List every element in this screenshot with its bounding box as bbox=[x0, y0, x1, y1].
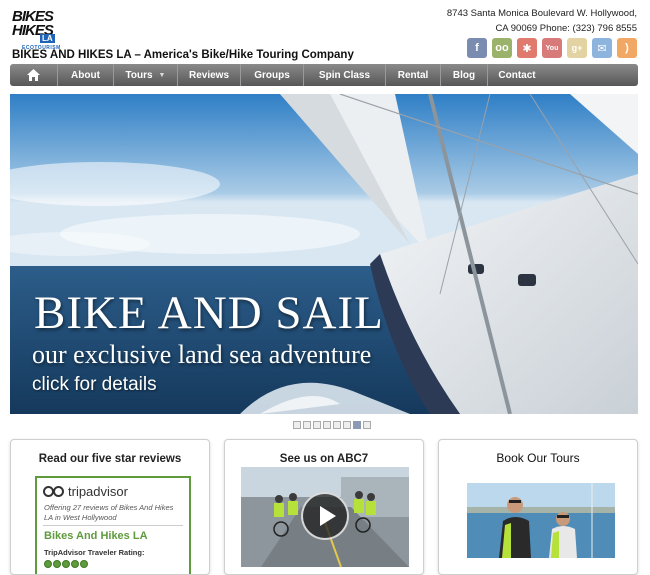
site-logo[interactable]: BIKES HIKES LA ECOTOURISM bbox=[12, 8, 62, 51]
chevron-down-icon: ▼ bbox=[158, 71, 166, 79]
tripadvisor-business-link[interactable]: Bikes And Hikes LA bbox=[44, 530, 148, 542]
rating-circle-icon bbox=[44, 560, 52, 568]
tripadvisor-description: Offering 27 reviews of Bikes And Hikes L… bbox=[44, 503, 174, 522]
social-links: f oo ✱ You g+ ✉ ) bbox=[467, 38, 637, 58]
hero-details-link[interactable]: click for details bbox=[32, 374, 157, 396]
nav-contact[interactable]: Contact bbox=[488, 64, 546, 86]
nav-spin-class[interactable]: Spin Class bbox=[304, 64, 386, 86]
site-tagline: BIKES AND HIKES LA – America's Bike/Hike… bbox=[12, 49, 354, 61]
book-tours-card-title: Book Our Tours bbox=[496, 451, 580, 465]
book-tours-card: Book Our Tours bbox=[438, 439, 638, 575]
nav-groups[interactable]: Groups bbox=[241, 64, 304, 86]
slide-dot[interactable] bbox=[313, 421, 321, 429]
main-nav: About Tours ▼ Reviews Groups Spin Class … bbox=[10, 64, 638, 86]
divider bbox=[43, 525, 183, 526]
rating-circle-icon bbox=[53, 560, 61, 568]
reviews-card-title: Read our five star reviews bbox=[38, 453, 182, 465]
nav-about[interactable]: About bbox=[58, 64, 114, 86]
yelp-icon[interactable]: ✱ bbox=[517, 38, 537, 58]
abc7-video-thumbnail[interactable] bbox=[241, 467, 409, 567]
address-line-2: CA 90069 Phone: (323) 796 8555 bbox=[495, 23, 637, 34]
rss-icon[interactable]: ) bbox=[617, 38, 637, 58]
tripadvisor-widget[interactable]: tripadvisor Offering 27 reviews of Bikes… bbox=[35, 476, 191, 574]
slide-dot[interactable] bbox=[293, 421, 301, 429]
nav-tours-label: Tours bbox=[125, 69, 153, 81]
nav-reviews[interactable]: Reviews bbox=[178, 64, 241, 86]
slide-dot[interactable] bbox=[363, 421, 371, 429]
nav-blog[interactable]: Blog bbox=[441, 64, 488, 86]
hero-slide[interactable]: BIKE AND SAIL our exclusive land sea adv… bbox=[10, 94, 638, 414]
tripadvisor-rating-label: TripAdvisor Traveler Rating: bbox=[44, 548, 145, 557]
tours-photo[interactable] bbox=[467, 483, 615, 558]
reviews-card: Read our five star reviews tripadvisor O… bbox=[10, 439, 210, 575]
slide-dot[interactable] bbox=[323, 421, 331, 429]
google-plus-icon[interactable]: g+ bbox=[567, 38, 587, 58]
play-button[interactable] bbox=[301, 492, 349, 540]
address-line-1: 8743 Santa Monica Boulevard W. Hollywood… bbox=[446, 8, 637, 19]
tripadvisor-rating-circles bbox=[44, 560, 88, 568]
rating-circle-icon bbox=[62, 560, 70, 568]
slider-pagination bbox=[293, 421, 371, 429]
hero-title: BIKE AND SAIL bbox=[34, 287, 384, 339]
tripadvisor-logo-text: tripadvisor bbox=[68, 484, 128, 499]
youtube-icon[interactable]: You bbox=[542, 38, 562, 58]
slide-dot[interactable] bbox=[333, 421, 341, 429]
tripadvisor-icon[interactable]: oo bbox=[492, 38, 512, 58]
facebook-icon[interactable]: f bbox=[467, 38, 487, 58]
play-icon bbox=[319, 506, 336, 526]
home-icon bbox=[27, 69, 40, 81]
tripadvisor-logo[interactable]: tripadvisor bbox=[43, 484, 128, 499]
nav-home[interactable] bbox=[10, 64, 58, 86]
rating-circle-icon bbox=[80, 560, 88, 568]
abc7-card-title: See us on ABC7 bbox=[279, 453, 369, 465]
rating-circle-icon bbox=[71, 560, 79, 568]
slide-dot[interactable] bbox=[343, 421, 351, 429]
nav-tours[interactable]: Tours ▼ bbox=[114, 64, 178, 86]
abc7-card: See us on ABC7 bbox=[224, 439, 424, 575]
slide-dot-active[interactable] bbox=[353, 421, 361, 429]
contact-address: 8743 Santa Monica Boulevard W. Hollywood… bbox=[377, 6, 637, 36]
slide-dot[interactable] bbox=[303, 421, 311, 429]
hero-subtitle: our exclusive land sea adventure bbox=[32, 340, 372, 369]
logo-la-badge: LA bbox=[40, 34, 55, 43]
tripadvisor-owl-icon bbox=[43, 485, 65, 498]
tours-photo-image bbox=[467, 483, 615, 558]
email-icon[interactable]: ✉ bbox=[592, 38, 612, 58]
nav-rental[interactable]: Rental bbox=[386, 64, 441, 86]
